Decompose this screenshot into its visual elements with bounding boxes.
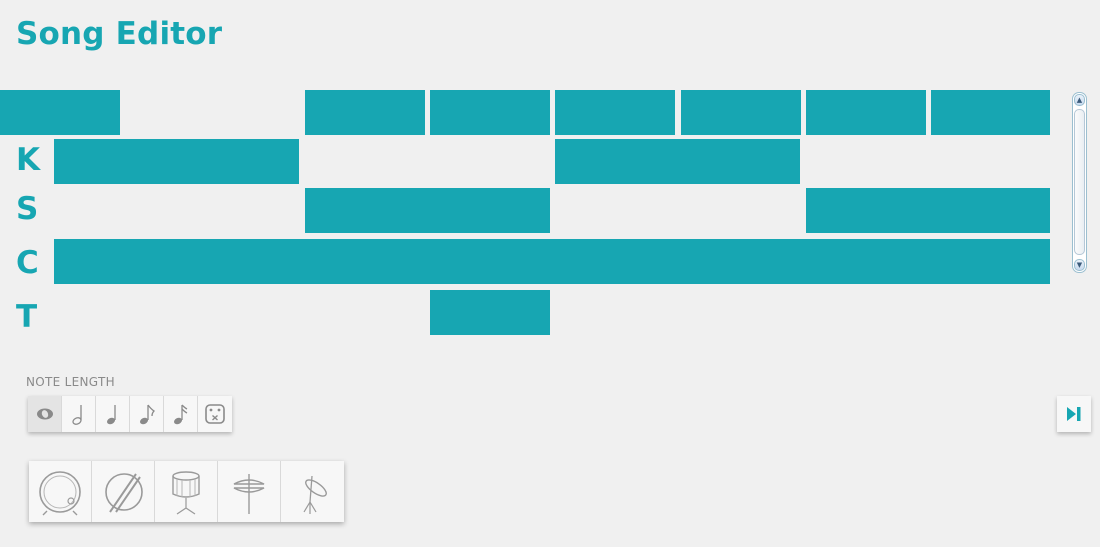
note-length-label: NOTE LENGTH	[26, 375, 115, 389]
track-block[interactable]	[681, 90, 801, 135]
half-note-icon	[71, 405, 82, 425]
snare-drum-button[interactable]	[92, 461, 155, 522]
track-block[interactable]	[806, 188, 1050, 233]
hihat-icon	[233, 473, 265, 514]
track-label-c: C	[16, 245, 39, 281]
track-label-k: K	[16, 142, 41, 178]
quarter-note-button[interactable]	[96, 396, 130, 432]
track-label-s: S	[16, 191, 39, 227]
whole-note-icon	[36, 408, 53, 420]
track-block[interactable]	[430, 290, 550, 335]
sixteenth-note-icon	[173, 404, 187, 425]
hihat-button[interactable]	[218, 461, 281, 522]
sixteenth-note-button[interactable]	[164, 396, 198, 432]
track-block[interactable]	[305, 188, 550, 233]
track-block[interactable]	[54, 239, 1050, 284]
half-note-button[interactable]	[62, 396, 96, 432]
random-dice-icon	[205, 404, 225, 424]
track-block[interactable]	[430, 90, 550, 135]
drum-toolbar	[29, 461, 344, 522]
scroll-up-icon[interactable]: ▲	[1074, 94, 1085, 106]
track-label-t: T	[16, 299, 38, 335]
tom-drum-icon	[172, 470, 200, 514]
random-note-button[interactable]	[198, 396, 232, 432]
skip-to-end-icon	[1067, 407, 1081, 421]
crash-cymbal-icon	[302, 475, 327, 514]
crash-cymbal-button[interactable]	[281, 461, 344, 522]
eighth-note-icon	[139, 404, 155, 425]
kick-drum-icon	[39, 470, 81, 515]
page-title: Song Editor	[16, 16, 223, 52]
tom-drum-button[interactable]	[155, 461, 218, 522]
track-block[interactable]	[806, 90, 926, 135]
vertical-scrollbar[interactable]: ▲ ▼	[1072, 92, 1087, 273]
note-length-toolbar	[28, 396, 232, 432]
track-block[interactable]	[54, 139, 299, 184]
quarter-note-icon	[106, 405, 116, 425]
track-block[interactable]	[931, 90, 1050, 135]
eighth-note-button[interactable]	[130, 396, 164, 432]
whole-note-button[interactable]	[28, 396, 62, 432]
track-block[interactable]	[0, 90, 120, 135]
track-block[interactable]	[555, 90, 675, 135]
kick-drum-button[interactable]	[29, 461, 92, 522]
snare-drum-icon	[105, 472, 143, 513]
skip-to-end-button[interactable]	[1057, 396, 1091, 432]
track-block[interactable]	[305, 90, 425, 135]
scroll-thumb[interactable]	[1074, 109, 1085, 255]
track-block[interactable]	[555, 139, 800, 184]
scroll-down-icon[interactable]: ▼	[1074, 259, 1085, 271]
